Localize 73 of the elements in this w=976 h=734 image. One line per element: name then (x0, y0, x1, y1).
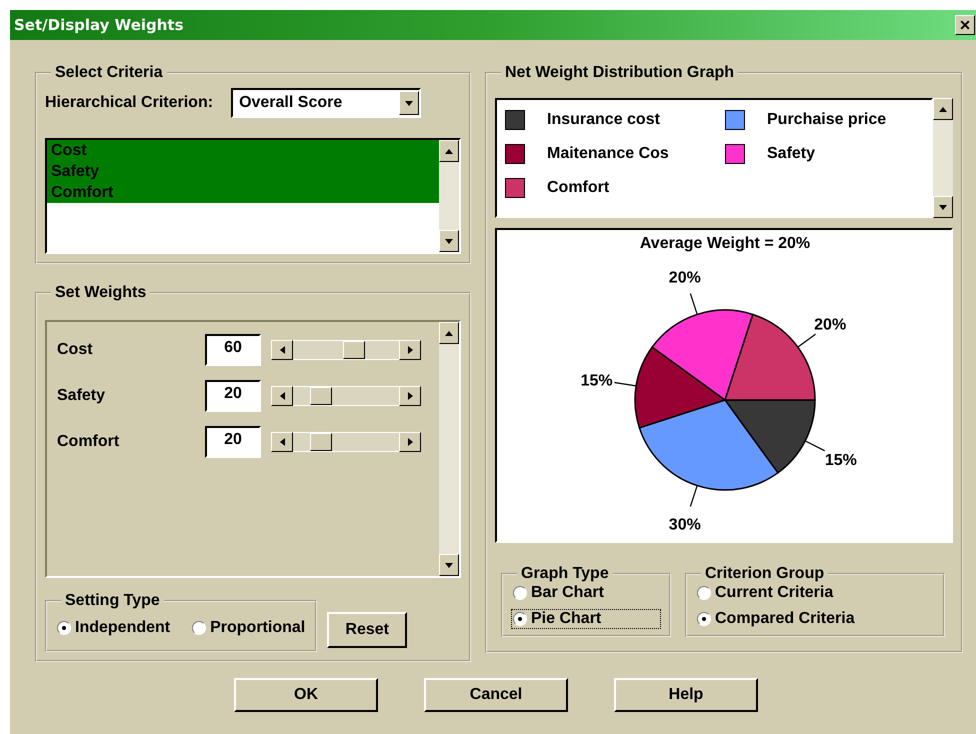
radio-icon[interactable] (697, 612, 711, 626)
weight-label: Cost (57, 341, 94, 359)
leader-line (797, 334, 816, 348)
slider-thumb[interactable] (343, 341, 366, 359)
dialog-button[interactable]: OK (234, 678, 378, 712)
radio-icon[interactable] (513, 612, 527, 626)
close-button[interactable]: × (955, 15, 975, 35)
reset-button[interactable]: Reset (327, 612, 408, 648)
weight-input[interactable]: 20 (205, 426, 261, 458)
weight-slider[interactable] (271, 340, 421, 360)
data-label: 30% (668, 516, 701, 534)
data-label: 20% (814, 316, 846, 334)
list-item[interactable]: Cost (47, 140, 439, 161)
radio-option[interactable]: Pie Chart (511, 609, 661, 629)
group-title: Net Weight Distribution Graph (504, 64, 736, 82)
left-arrow-icon (280, 346, 284, 354)
down-arrow-icon (939, 204, 947, 210)
legend-label: Insurance cost (547, 111, 660, 129)
weight-slider[interactable] (271, 386, 421, 406)
left-arrow-icon (280, 392, 284, 400)
data-label: 20% (668, 269, 701, 286)
legend-label: Comfort (547, 179, 610, 197)
radio-icon[interactable] (697, 586, 711, 600)
data-label: 15% (824, 452, 857, 470)
up-arrow-icon (445, 148, 453, 154)
scrollbar[interactable] (933, 98, 953, 218)
right-arrow-icon (408, 438, 412, 446)
slider-thumb[interactable] (310, 433, 332, 451)
group-title: Select Criteria (54, 64, 164, 82)
scrollbar[interactable] (439, 322, 459, 576)
radio-option[interactable]: Current Criteria (695, 583, 935, 603)
weight-label: Safety (57, 387, 106, 405)
legend-label: Maitenance Cos (547, 145, 669, 163)
weight-slider[interactable] (271, 432, 421, 452)
radio-option[interactable]: Compared Criteria (695, 609, 935, 629)
data-label: 15% (580, 372, 613, 390)
radio-option[interactable]: Bar Chart (511, 583, 661, 603)
weight-input[interactable]: 20 (205, 380, 261, 412)
leader-line (690, 293, 698, 315)
list-item[interactable]: Comfort (47, 182, 439, 203)
weight-label: Comfort (57, 433, 120, 451)
radio-option[interactable]: Independent (55, 618, 172, 638)
group-title: Graph Type (520, 565, 610, 583)
radio-icon[interactable] (192, 621, 206, 635)
left-arrow-icon (280, 438, 284, 446)
criterion-dropdown[interactable]: Overall Score (231, 88, 422, 118)
leader-line (690, 485, 698, 507)
scrollbar[interactable] (439, 140, 459, 252)
up-arrow-icon (445, 330, 453, 336)
chart-title: Average Weight = 20% (640, 235, 810, 252)
radio-icon[interactable] (513, 586, 527, 600)
list-item[interactable]: Safety (47, 161, 439, 182)
down-arrow-icon (445, 562, 453, 568)
up-arrow-icon (939, 106, 947, 112)
leader-line (804, 440, 826, 452)
group-title: Criterion Group (704, 565, 826, 583)
group-title: Set Weights (54, 284, 148, 302)
window-title: Set/Display Weights (14, 16, 184, 34)
slider-thumb[interactable] (310, 387, 332, 405)
dialog-button[interactable]: Cancel (424, 678, 568, 712)
weight-input[interactable]: 60 (205, 334, 261, 366)
right-arrow-icon (408, 346, 412, 354)
right-arrow-icon (408, 392, 412, 400)
leader-line (614, 382, 636, 387)
radio-icon[interactable] (57, 621, 71, 635)
legend-label: Safety (767, 145, 816, 163)
group-title: Setting Type (64, 592, 161, 610)
dialog-button[interactable]: Help (614, 678, 758, 712)
down-arrow-icon (445, 238, 453, 244)
legend-label: Purchaise price (767, 111, 886, 129)
down-arrow-icon (405, 100, 414, 106)
criterion-label: Hierarchical Criterion: (45, 94, 214, 112)
radio-option[interactable]: Proportional (190, 618, 308, 638)
